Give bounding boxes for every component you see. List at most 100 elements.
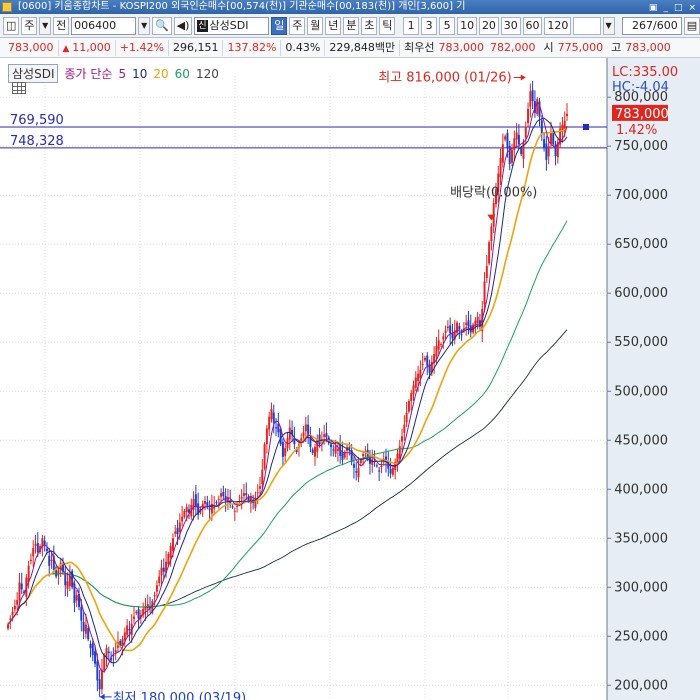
period-day-button[interactable]: 일 (271, 16, 288, 35)
candle-body (449, 325, 452, 334)
candle-body (64, 573, 67, 586)
legend-ma20[interactable]: 20 (153, 67, 168, 81)
interval-20-button[interactable]: 20 (478, 16, 499, 35)
chart-area[interactable]: 200,000 250,000 300,000 350,000 400,000 450,0… (0, 58, 700, 700)
stock-code-input[interactable]: 006400 (71, 16, 137, 35)
legend-ma5[interactable]: 5 (118, 67, 126, 81)
interval-dropdown-icon[interactable]: ▼ (602, 16, 615, 35)
candle-body (391, 467, 394, 475)
interval-5-button[interactable]: 5 (439, 16, 456, 35)
grid-icon[interactable] (12, 82, 26, 94)
stock-name-field: 신 삼성SDI (194, 16, 270, 35)
candle-body (178, 522, 181, 533)
candle-body (16, 600, 19, 605)
candle-body (100, 669, 103, 690)
candle-body (162, 567, 165, 572)
chart-settings-icon[interactable]: ▤ (683, 16, 700, 35)
candle-body (362, 453, 365, 457)
high-label: 고 (611, 40, 622, 54)
candle-body (87, 628, 90, 640)
interval-1-button[interactable]: 1 (403, 16, 420, 35)
candle-body (194, 494, 197, 507)
period-minute-button[interactable]: 분 (343, 16, 360, 35)
candle-body (515, 132, 518, 140)
candle-body (311, 449, 314, 454)
interval-3-button[interactable]: 3 (421, 16, 438, 35)
candle-body (318, 434, 321, 445)
candle-body (167, 553, 170, 565)
ytick-label-5: 450,000 (614, 433, 668, 448)
ref-line-handle (583, 124, 589, 131)
restore-icon[interactable]: ▣ (649, 1, 658, 14)
close-icon[interactable]: × (688, 1, 696, 14)
mode-all-button[interactable]: 전 (53, 16, 70, 35)
candle-body (80, 606, 83, 621)
current-price: 783,000 (4, 39, 59, 56)
candle-body (66, 581, 69, 589)
candle-body (133, 616, 136, 619)
candle-body (153, 595, 156, 597)
legend-ma120[interactable]: 120 (196, 67, 219, 81)
ytick-label-4: 400,000 (614, 482, 668, 497)
search-icon[interactable]: 🔍 (152, 16, 172, 35)
candle-body (304, 424, 307, 432)
candle-body (103, 654, 106, 671)
candle-body (401, 436, 404, 442)
ytick-label-9: 650,000 (614, 237, 668, 252)
axis-lc-label: LC:335.00 (612, 65, 678, 80)
layout-icon[interactable]: ◫ (3, 16, 20, 35)
interval-10-button[interactable]: 10 (457, 16, 477, 35)
legend-stock-name[interactable]: 삼성SDI (8, 64, 59, 83)
candle-body (43, 540, 46, 546)
price-chart[interactable]: 200,000 250,000 300,000 350,000 400,000 450,0… (0, 58, 700, 700)
candle-body (98, 679, 101, 690)
candle-body (284, 448, 287, 456)
candle-body (265, 428, 268, 445)
legend-close-label[interactable]: 종가 단순 (64, 65, 112, 82)
candle-body (242, 493, 245, 496)
candle-body (460, 334, 463, 336)
interval-60-button[interactable]: 60 (522, 16, 543, 35)
candle-body (275, 427, 278, 429)
candle-body (499, 157, 502, 178)
stock-code-dropdown-icon[interactable]: ▼ (138, 16, 151, 35)
period-week-button[interactable]: 주 (289, 16, 306, 35)
candle-body (325, 433, 328, 438)
period-second-button[interactable]: 초 (361, 16, 378, 35)
candle-body (545, 143, 548, 160)
candle-body (380, 465, 383, 467)
period-year-button[interactable]: 년 (325, 16, 342, 35)
high-price: 783,000 (625, 40, 671, 54)
candle-body (517, 134, 520, 145)
candle-body (355, 471, 358, 473)
ex-dividend-annotation: 배당락(0.00%) (450, 186, 537, 201)
candle-body (508, 145, 511, 164)
maximize-icon[interactable]: □ (674, 1, 683, 14)
candle-body (513, 138, 516, 151)
interval-30-button[interactable]: 30 (500, 16, 521, 35)
candle-body (105, 648, 108, 658)
legend-ma10[interactable]: 10 (132, 67, 147, 81)
candle-body (490, 226, 493, 242)
open-label: 시 (543, 40, 554, 54)
candle-body (215, 502, 218, 504)
candle-body (183, 510, 186, 517)
candle-body (185, 506, 188, 513)
candle-body (405, 412, 408, 423)
current-price-label: 783,000 (615, 107, 669, 122)
legend-ma60[interactable]: 60 (175, 67, 190, 81)
candle-body (48, 555, 51, 566)
candle-body (94, 651, 97, 664)
mode-stock-button[interactable]: 주 (21, 16, 38, 35)
bar-count-field[interactable]: 267/600 (622, 16, 682, 35)
candle-body (485, 265, 488, 278)
interval-custom-input[interactable] (573, 16, 601, 35)
candle-body (222, 492, 225, 497)
period-tick-button[interactable]: 틱 (379, 16, 396, 35)
candle-body (91, 643, 94, 655)
sound-icon[interactable]: ◀) (173, 16, 193, 35)
interval-120-button[interactable]: 120 (544, 16, 572, 35)
minimize-icon[interactable]: _ (663, 1, 668, 14)
period-month-button[interactable]: 월 (307, 16, 324, 35)
mode-dropdown-icon[interactable]: ▼ (39, 16, 52, 35)
